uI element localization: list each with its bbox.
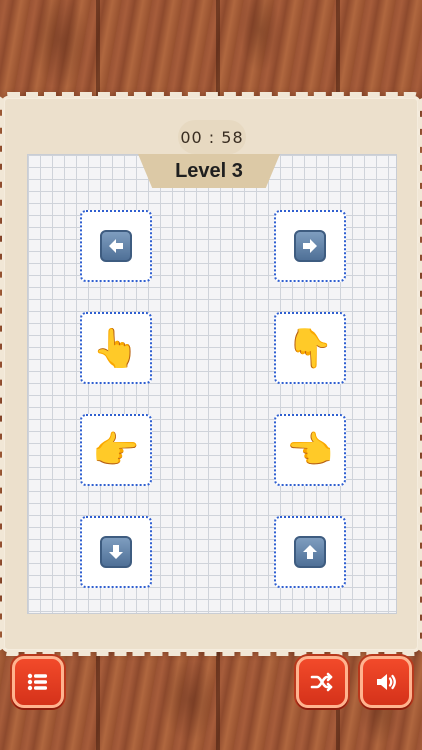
speaker-icon: [377, 674, 396, 690]
timer: 00 : 58: [178, 120, 246, 154]
hand-pointing-right-icon: 👉: [92, 428, 140, 472]
card-right-arrow[interactable]: [274, 210, 346, 282]
sound-button[interactable]: [360, 656, 412, 708]
up-arrow-icon: [294, 536, 326, 568]
left-arrow-icon: [100, 230, 132, 262]
menu-button[interactable]: [12, 656, 64, 708]
hand-pointing-up-icon: 👆: [92, 326, 140, 370]
shuffle-icon: [310, 672, 333, 692]
card-up-arrow[interactable]: [274, 516, 346, 588]
card-down-arrow[interactable]: [80, 516, 152, 588]
down-arrow-icon: [100, 536, 132, 568]
card-left-arrow[interactable]: [80, 210, 152, 282]
card-hand-pointing-left[interactable]: 👈: [274, 414, 346, 486]
list-menu-icon: [27, 673, 47, 691]
shuffle-button[interactable]: [296, 656, 348, 708]
right-arrow-icon: [294, 230, 326, 262]
hand-pointing-left-icon: 👈: [286, 428, 334, 472]
level-title: Level 3: [138, 154, 280, 188]
hand-pointing-down-icon: 👇: [286, 326, 334, 370]
card-hand-pointing-up[interactable]: 👆: [80, 312, 152, 384]
card-hand-pointing-down[interactable]: 👇: [274, 312, 346, 384]
card-hand-pointing-right[interactable]: 👉: [80, 414, 152, 486]
